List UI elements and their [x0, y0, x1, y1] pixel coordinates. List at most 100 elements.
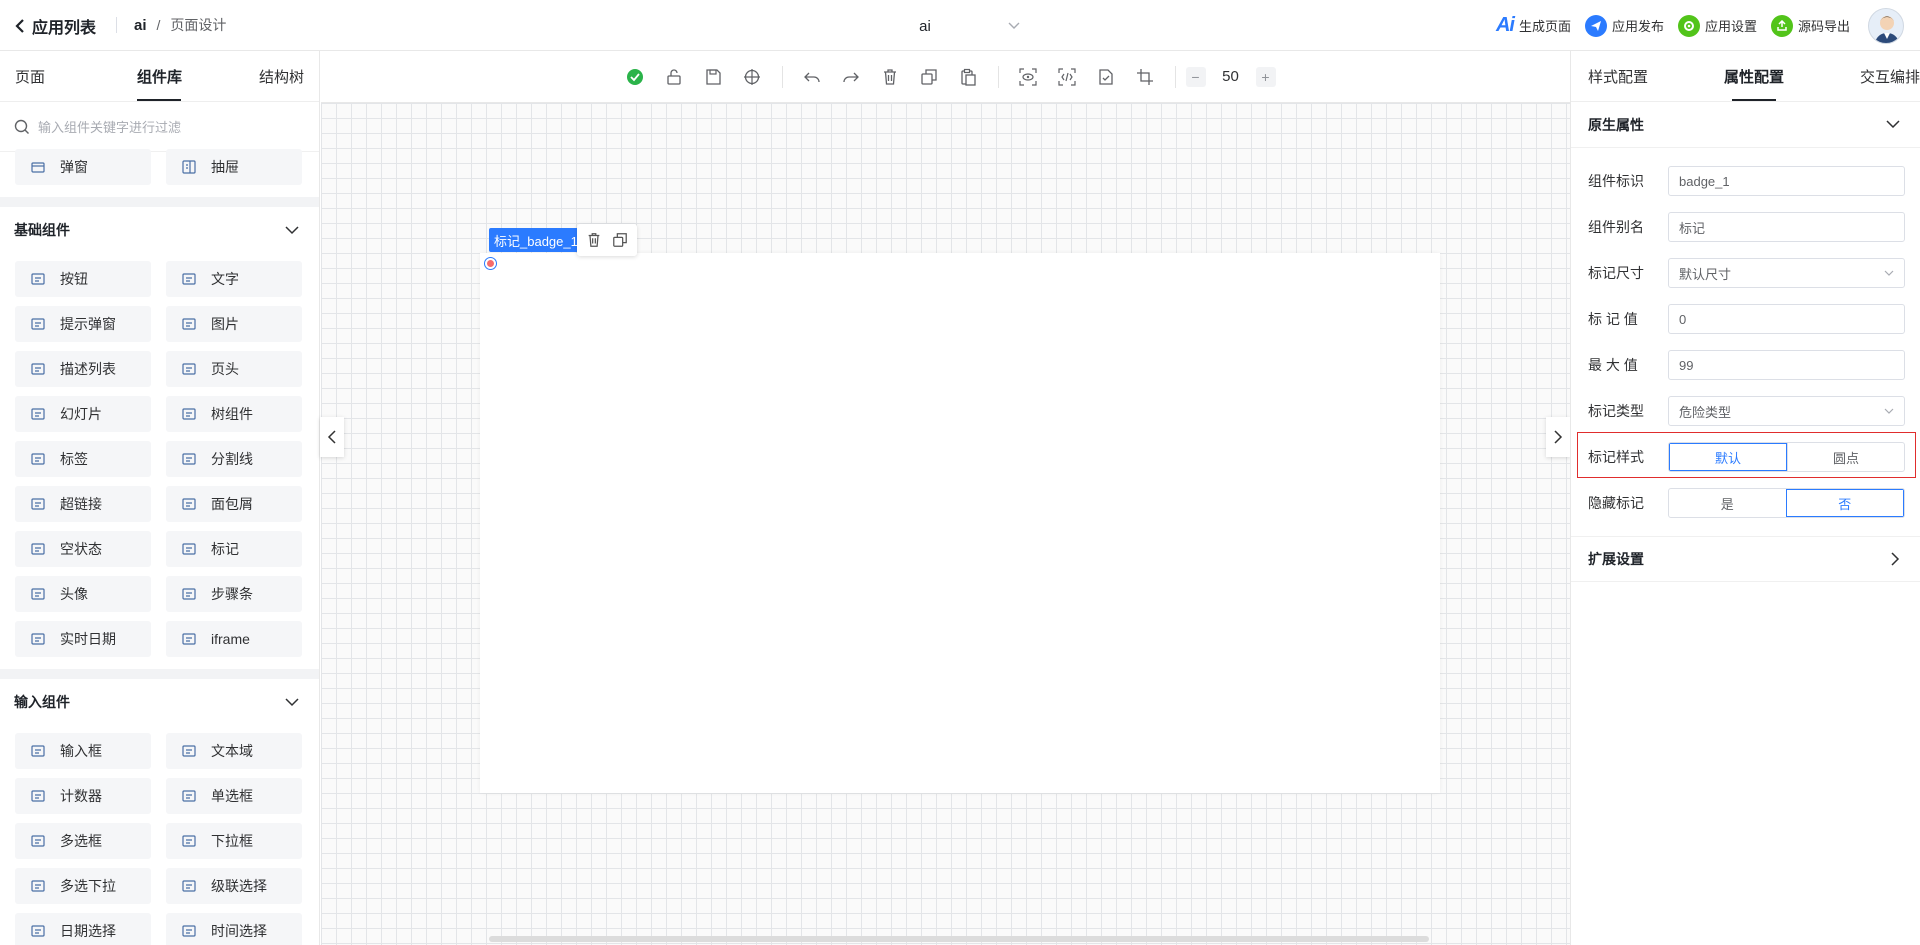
zoom-out-button[interactable]: − — [1185, 66, 1206, 87]
section-divider — [0, 197, 319, 207]
field-row: 隐藏标记 是 否 — [1588, 480, 1905, 526]
toolbar-separator — [997, 65, 999, 88]
delete-icon[interactable] — [871, 62, 910, 92]
component-tile[interactable]: 超链接 — [15, 486, 151, 522]
redo-icon[interactable] — [832, 62, 871, 92]
component-tile[interactable]: 面包屑 — [166, 486, 302, 522]
tab-property-config[interactable]: 属性配置 — [1699, 51, 1810, 101]
undo-icon[interactable] — [793, 62, 832, 92]
page-header-icon — [182, 363, 196, 375]
chevron-right-icon — [1891, 552, 1900, 566]
page-select[interactable]: ai — [832, 13, 1028, 39]
component-tile[interactable]: 实时日期 — [15, 621, 151, 657]
paste-icon[interactable] — [949, 62, 988, 92]
crop-icon[interactable] — [1126, 62, 1165, 92]
back-to-app-list[interactable]: 应用列表 — [14, 14, 96, 38]
collapse-right-panel-button[interactable] — [1546, 417, 1570, 457]
component-tile[interactable]: 头像 — [15, 576, 151, 612]
save-icon[interactable] — [694, 62, 733, 92]
component-tile[interactable]: iframe — [166, 621, 302, 657]
component-tile[interactable]: 树组件 — [166, 396, 302, 432]
component-tile[interactable]: 提示弹窗 — [15, 306, 151, 342]
target-icon[interactable] — [733, 62, 772, 92]
code-view-icon[interactable] — [1048, 62, 1087, 92]
app-settings-button[interactable]: 应用设置 — [1677, 14, 1757, 37]
badge-size-select[interactable]: 默认尺寸 — [1668, 258, 1905, 288]
ai-logo-icon: Ai — [1495, 14, 1515, 36]
export-source-button[interactable]: 源码导出 — [1770, 14, 1850, 37]
component-drawer[interactable]: 抽屉 — [166, 149, 302, 185]
component-tile[interactable]: 页头 — [166, 351, 302, 387]
tab-structure-tree[interactable]: 结构树 — [208, 51, 319, 101]
component-tile[interactable]: 下拉框 — [166, 823, 302, 859]
chevron-left-icon — [327, 430, 336, 444]
component-modal[interactable]: 弹窗 — [15, 149, 151, 185]
component-tile[interactable]: 图片 — [166, 306, 302, 342]
component-tile[interactable]: 空状态 — [15, 531, 151, 567]
component-tile[interactable]: 输入框 — [15, 733, 151, 769]
component-tile[interactable]: 描述列表 — [15, 351, 151, 387]
component-tile[interactable]: 幻灯片 — [15, 396, 151, 432]
badge-style-dot-option[interactable]: 圆点 — [1787, 443, 1904, 471]
hide-badge-yes-option[interactable]: 是 — [1669, 489, 1786, 517]
canvas-horizontal-scrollbar[interactable] — [489, 936, 1429, 942]
hide-badge-no-option[interactable]: 否 — [1785, 489, 1904, 517]
component-alias-input[interactable]: 标记 — [1668, 212, 1905, 242]
check-status-icon[interactable] — [616, 62, 655, 92]
text-icon — [182, 273, 196, 285]
generate-page-button[interactable]: Ai 生成页面 — [1496, 14, 1571, 37]
page-artboard[interactable] — [480, 253, 1440, 793]
validate-icon[interactable] — [1087, 62, 1126, 92]
copy-icon[interactable] — [612, 232, 628, 248]
publish-app-button[interactable]: 应用发布 — [1584, 14, 1664, 37]
delete-icon[interactable] — [586, 232, 602, 248]
collapse-left-panel-button[interactable] — [320, 417, 344, 457]
extended-settings-header[interactable]: 扩展设置 — [1571, 536, 1920, 582]
component-label: 面包屑 — [211, 496, 253, 512]
badge-value-input[interactable]: 0 — [1668, 304, 1905, 334]
component-label: 树组件 — [211, 406, 253, 422]
component-tile[interactable]: 多选下拉 — [15, 868, 151, 904]
component-tile[interactable]: 分割线 — [166, 441, 302, 477]
badge-style-default-option[interactable]: 默认 — [1669, 443, 1787, 471]
tab-pages[interactable]: 页面 — [0, 51, 111, 101]
chevron-down-icon — [1886, 120, 1900, 129]
badge-max-input[interactable]: 99 — [1668, 350, 1905, 380]
component-tile[interactable]: 标签 — [15, 441, 151, 477]
badge-type-select[interactable]: 危险类型 — [1668, 396, 1905, 426]
tab-components[interactable]: 组件库 — [111, 51, 207, 101]
component-tile[interactable]: 单选框 — [166, 778, 302, 814]
tab-style-config[interactable]: 样式配置 — [1571, 51, 1699, 101]
badge-component-preview[interactable] — [484, 257, 497, 270]
component-tile[interactable]: 日期选择 — [15, 913, 151, 945]
component-tile[interactable]: 标记 — [166, 531, 302, 567]
component-tile[interactable]: 时间选择 — [166, 913, 302, 945]
component-tile[interactable]: 步骤条 — [166, 576, 302, 612]
copy-icon[interactable] — [910, 62, 949, 92]
component-tile[interactable]: 文字 — [166, 261, 302, 297]
tab-interaction[interactable]: 交互编排 — [1809, 51, 1920, 101]
zoom-in-button[interactable]: + — [1255, 66, 1276, 87]
time-picker-icon — [182, 925, 196, 937]
component-tile[interactable]: 计数器 — [15, 778, 151, 814]
unlock-icon[interactable] — [655, 62, 694, 92]
input-components-header[interactable]: 输入组件 — [0, 679, 319, 725]
component-id-input[interactable]: badge_1 — [1668, 166, 1905, 196]
component-label: 计数器 — [60, 788, 102, 804]
native-properties-header[interactable]: 原生属性 — [1571, 102, 1920, 148]
basic-components-header[interactable]: 基础组件 — [0, 207, 319, 253]
user-avatar[interactable] — [1868, 7, 1904, 44]
component-library-panel: 页面 组件库 结构树 输入组件关键字进行过滤 弹窗 抽屉 基础组件 按钮 文字 提示… — [0, 51, 320, 945]
component-tile[interactable]: 级联选择 — [166, 868, 302, 904]
header-divider — [116, 17, 117, 33]
component-tile[interactable]: 文本域 — [166, 733, 302, 769]
component-search[interactable]: 输入组件关键字进行过滤 — [0, 102, 319, 152]
component-label: 按钮 — [60, 271, 88, 287]
breadcrumb-app[interactable]: ai — [134, 17, 147, 34]
component-tile[interactable]: 按钮 — [15, 261, 151, 297]
selected-component-label[interactable]: 标记_badge_1 — [489, 228, 583, 252]
checkbox-icon — [31, 835, 45, 847]
pin-icon — [182, 543, 196, 555]
component-tile[interactable]: 多选框 — [15, 823, 151, 859]
preview-icon[interactable] — [1009, 62, 1048, 92]
